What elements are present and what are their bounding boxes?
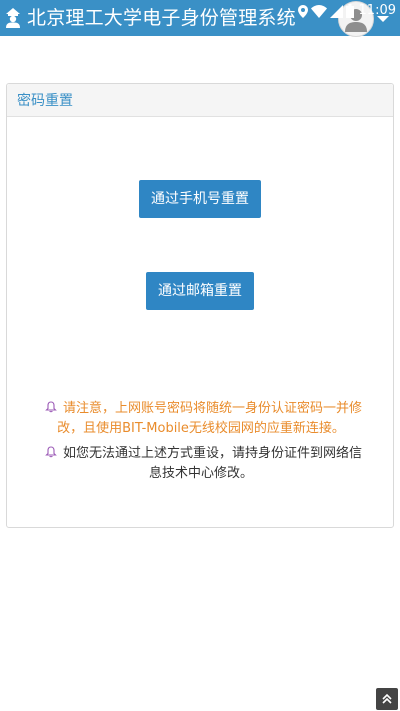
notice-text: 息技术中心修改。 xyxy=(148,466,253,481)
password-reset-panel: 密码重置 通过手机号重置 通过邮箱重置 请注意，上网账号密码将随统一身份认证密码… xyxy=(6,83,394,528)
battery-icon xyxy=(345,4,354,18)
panel-title: 密码重置 xyxy=(17,93,73,109)
home-user-icon[interactable] xyxy=(4,7,22,29)
notice-text: 请注意，上网账号密码将随统一身份认证密码一并修 xyxy=(63,401,363,416)
app-header: 北京理工大学电子身份管理系统 11:09 xyxy=(0,0,400,37)
bell-icon xyxy=(45,401,57,413)
status-time: 11:09 xyxy=(358,3,396,18)
bell-icon xyxy=(45,446,57,458)
notice-text: 如您无法通过上述方式重设，请持身份证件到网络信 xyxy=(63,446,363,461)
notice-line: 如您无法通过上述方式重设，请持身份证件到网络信 xyxy=(45,444,362,464)
page: 北京理工大学电子身份管理系统 11:09 密码重置 通过手机号重置 通过邮箱重置… xyxy=(0,0,400,711)
notice-line: 请注意，上网账号密码将随统一身份认证密码一并修 xyxy=(45,399,362,419)
status-bar: 11:09 xyxy=(297,2,396,20)
reset-by-email-button[interactable]: 通过邮箱重置 xyxy=(146,272,254,310)
app-title: 北京理工大学电子身份管理系统 xyxy=(27,7,296,29)
location-icon xyxy=(297,4,308,18)
notice-text: 改，且使用BIT-Mobile无线校园网的应重新连接。 xyxy=(57,421,345,436)
notice-contact-center: 如您无法通过上述方式重设，请持身份证件到网络信 息技术中心修改。 xyxy=(45,444,362,484)
scroll-to-top-icon xyxy=(382,693,392,704)
notice-password-sync: 请注意，上网账号密码将随统一身份认证密码一并修 改，且使用BIT-Mobile无… xyxy=(45,399,362,439)
wifi-icon xyxy=(310,4,327,18)
signal-icon xyxy=(329,4,343,18)
scroll-to-top-button[interactable] xyxy=(376,688,398,710)
reset-by-phone-button[interactable]: 通过手机号重置 xyxy=(139,180,261,218)
